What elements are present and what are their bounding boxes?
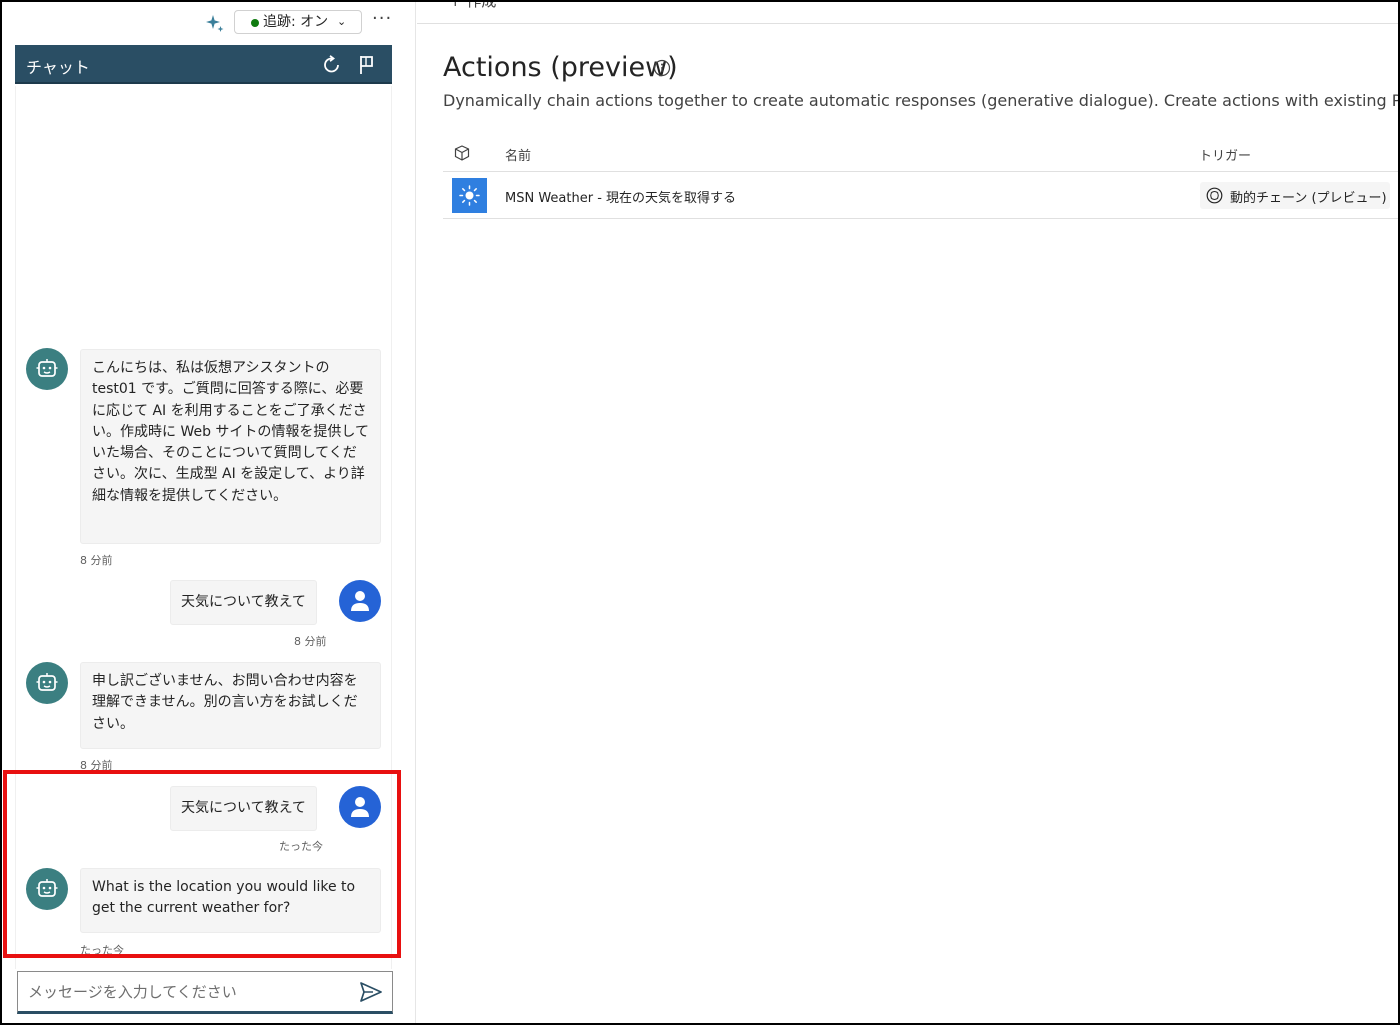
chat-header: チャット: [15, 45, 392, 84]
user-message-text: 天気について教えて: [181, 800, 306, 816]
user-avatar: [339, 580, 381, 622]
table-row[interactable]: MSN Weather - 現在の天気を取得する 動的チェーン (プレビュー): [443, 173, 1398, 219]
flag-icon[interactable]: [357, 54, 377, 76]
cube-icon: [454, 145, 470, 161]
bot-message-text: What is the location you would like to g…: [92, 879, 356, 917]
send-icon[interactable]: [359, 981, 383, 1003]
sparkle-icon[interactable]: [204, 13, 226, 35]
column-header-trigger[interactable]: トリガー: [1199, 145, 1251, 164]
table-header: 名前 トリガー: [443, 134, 1398, 172]
command-bar: + 作成: [417, 2, 1398, 24]
tracking-label: 追跡: オン: [263, 14, 329, 30]
message-timestamp: たった今: [80, 944, 124, 957]
message-timestamp: 8 分前: [80, 554, 113, 567]
info-icon[interactable]: [653, 59, 671, 77]
actions-page: + 作成 Actions (preview) Dynamically chain…: [417, 2, 1398, 1023]
chain-icon: [1206, 187, 1223, 204]
refresh-icon[interactable]: [321, 54, 343, 76]
bot-icon: [36, 879, 58, 897]
chat-title: チャット: [26, 58, 90, 77]
bot-avatar: [26, 868, 68, 910]
user-message-bubble: 天気について教えて: [170, 786, 317, 831]
page-title: Actions (preview): [443, 52, 678, 83]
bot-message-bubble: 申し訳ございません、お問い合わせ内容を理解できません。別の言い方をお試しください…: [80, 662, 381, 749]
action-name-link[interactable]: MSN Weather - 現在の天気を取得する: [505, 187, 736, 206]
bot-avatar: [26, 662, 68, 704]
message-timestamp: たった今: [279, 840, 323, 853]
bot-icon: [36, 359, 58, 377]
message-timestamp: 8 分前: [80, 759, 113, 772]
bot-message-text: こんにちは、私は仮想アシスタントの test01 です。ご質問に回答する際に、必…: [92, 360, 370, 504]
message-composer: [17, 971, 393, 1014]
test-chat-panel: 追跡: オン ⌄ ··· チャット こんにちは、私は仮想アシスタントの test…: [2, 2, 416, 1023]
bot-message-text: 申し訳ございません、お問い合わせ内容を理解できません。別の言い方をお試しください…: [92, 673, 358, 732]
message-input[interactable]: [28, 972, 348, 1011]
person-icon: [351, 591, 369, 611]
message-timestamp: 8 分前: [294, 635, 327, 648]
page-description: Dynamically chain actions together to cr…: [443, 91, 1398, 110]
bot-message-bubble: こんにちは、私は仮想アシスタントの test01 です。ご質問に回答する際に、必…: [80, 349, 381, 544]
create-button[interactable]: + 作成: [449, 2, 496, 11]
tracking-toggle[interactable]: 追跡: オン ⌄: [234, 10, 362, 34]
sun-icon: [459, 185, 480, 206]
person-icon: [351, 797, 369, 817]
trigger-label: 動的チェーン (プレビュー): [1230, 191, 1387, 206]
more-options-button[interactable]: ···: [372, 8, 392, 29]
bot-message-bubble: What is the location you would like to g…: [80, 868, 381, 933]
user-message-bubble: 天気について教えて: [170, 580, 317, 625]
bot-avatar: [26, 348, 68, 390]
user-message-text: 天気について教えて: [181, 594, 306, 610]
chevron-down-icon: ⌄: [337, 15, 347, 28]
trigger-badge: 動的チェーン (プレビュー): [1200, 182, 1390, 209]
weather-action-tile: [452, 178, 487, 213]
user-avatar: [339, 786, 381, 828]
chat-top-toolbar: 追跡: オン ⌄ ···: [2, 8, 416, 36]
tracking-status-dot: [251, 19, 259, 27]
column-header-name[interactable]: 名前: [505, 145, 531, 164]
bot-icon: [36, 673, 58, 691]
